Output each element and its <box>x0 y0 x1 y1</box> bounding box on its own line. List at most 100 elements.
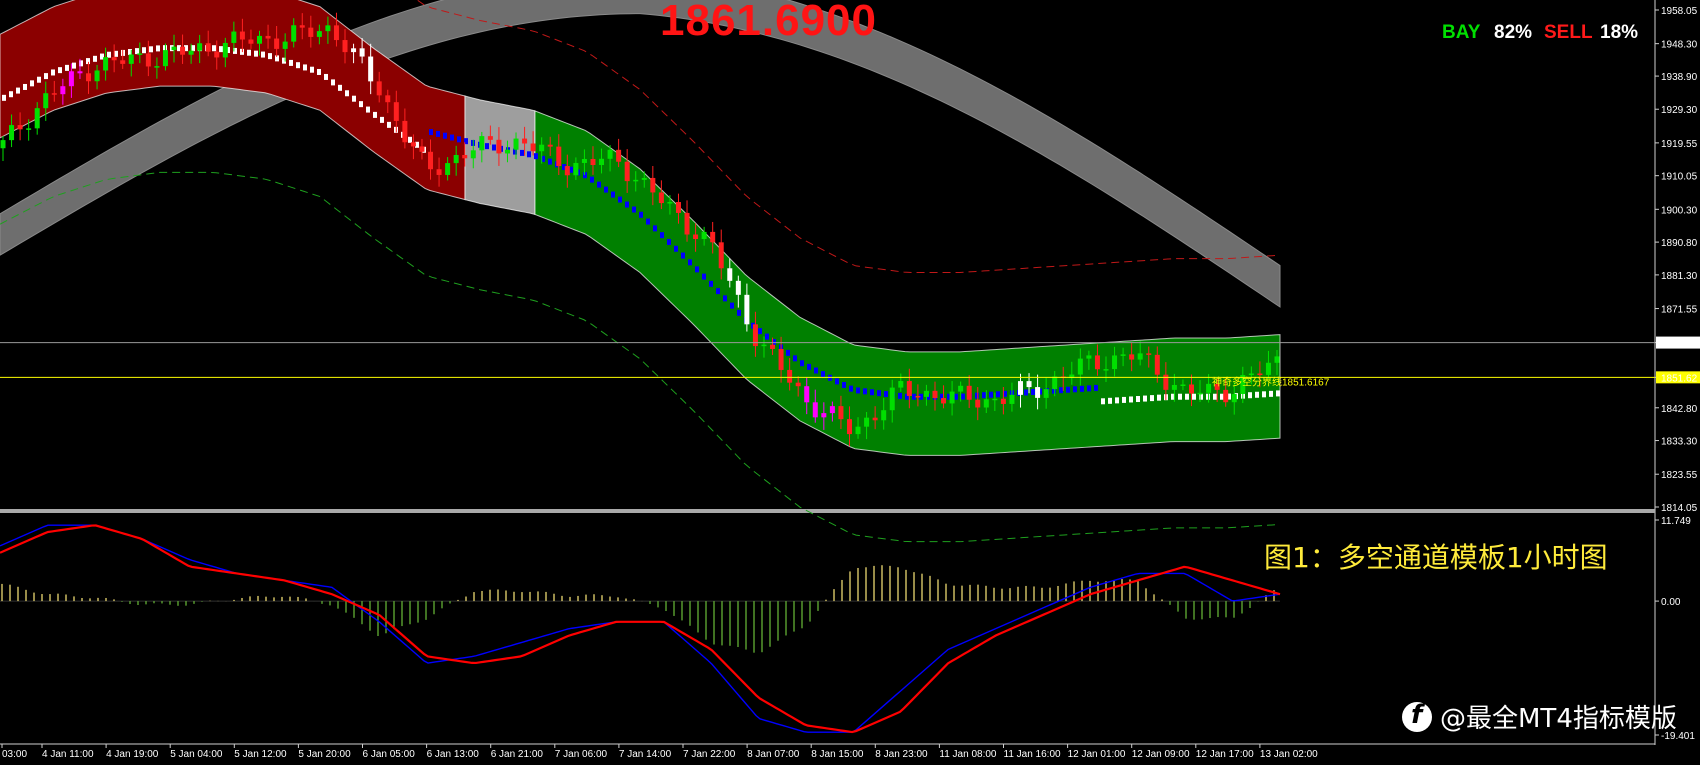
level-line-label: 神奇多空分界线1851.6167 <box>1212 375 1330 388</box>
trail-up-marker <box>1262 391 1266 398</box>
candle-body <box>308 27 314 37</box>
trail-up-marker <box>310 66 314 73</box>
candle-body <box>445 163 451 175</box>
trail-down-marker <box>730 302 734 309</box>
candle-body <box>60 86 66 95</box>
trading-chart[interactable]: 神奇多空分界线1851.6167 1958.05 1948.30 1938.90 192… <box>0 0 1700 765</box>
trail-up-marker <box>93 55 97 62</box>
candle-body <box>1265 362 1271 375</box>
trail-up-marker <box>324 73 328 80</box>
trail-up-marker <box>1213 393 1217 400</box>
candle-body <box>111 57 117 61</box>
y-tick-label: 1814.05 <box>1661 503 1698 514</box>
trail-down-marker <box>1080 385 1084 392</box>
candle-body <box>658 192 664 204</box>
candle-body <box>590 158 596 166</box>
x-tick-label: 4 Jan 19:00 <box>106 749 159 760</box>
candle-body <box>410 142 416 147</box>
candle-body <box>958 385 964 392</box>
trail-down-marker <box>884 391 888 398</box>
x-tick-label: 7 Jan 14:00 <box>619 749 672 760</box>
candle-body <box>770 344 776 349</box>
sell-value: 18% <box>1600 22 1639 43</box>
trail-down-marker <box>520 149 524 156</box>
trail-down-marker <box>1059 387 1063 394</box>
trail-up-marker <box>1115 397 1119 404</box>
candle-body <box>812 402 818 418</box>
y-tick-label: 1871.55 <box>1661 305 1698 316</box>
trail-down-marker <box>709 280 713 287</box>
y-tick-label: 1919.55 <box>1661 139 1698 150</box>
trail-down-marker <box>975 392 979 399</box>
x-tick-label: 8 Jan 07:00 <box>747 749 800 760</box>
trail-up-marker <box>331 79 335 86</box>
brand-logo-icon <box>1402 700 1432 732</box>
candle-body <box>1137 353 1143 360</box>
candle-body <box>1171 384 1177 390</box>
candle-body <box>1035 387 1041 398</box>
candle-body <box>94 70 100 82</box>
trail-up-marker <box>1122 396 1126 403</box>
candle-body <box>667 202 673 204</box>
candle-body <box>351 48 357 53</box>
candle-body <box>983 399 989 408</box>
trail-up-marker <box>149 46 153 53</box>
trail-up-marker <box>212 45 216 52</box>
trail-up-marker <box>1178 393 1182 400</box>
candle-body <box>145 53 151 67</box>
candle-body <box>1248 373 1254 376</box>
x-tick-label: 8 Jan 15:00 <box>811 749 864 760</box>
trail-down-marker <box>597 181 601 188</box>
candle-body <box>846 419 852 435</box>
candle-body <box>795 382 801 387</box>
candle-body <box>906 381 912 396</box>
trail-up-marker <box>254 50 258 57</box>
candle-body <box>693 234 699 240</box>
candle-body <box>325 25 331 32</box>
candle-body <box>923 390 929 397</box>
candle-body <box>496 139 502 154</box>
trail-up-marker <box>142 47 146 54</box>
candle-body <box>86 73 92 82</box>
candle-body <box>77 71 83 74</box>
y-tick-label: 1938.90 <box>1661 72 1698 83</box>
candle-body <box>316 31 322 37</box>
trail-up-marker <box>65 64 69 71</box>
trail-down-marker <box>534 153 538 160</box>
candle-body <box>1188 384 1194 394</box>
candle-body <box>975 399 981 408</box>
trail-down-marker <box>1087 385 1091 392</box>
trail-down-marker <box>485 143 489 150</box>
trail-down-marker <box>842 381 846 388</box>
trail-up-marker <box>107 51 111 58</box>
panel-separator <box>0 509 1655 513</box>
trail-up-marker <box>387 121 391 128</box>
candle-body <box>188 50 194 55</box>
x-tick-label: 12 Jan 01:00 <box>1068 749 1126 760</box>
y-tick-label: 1842.80 <box>1661 404 1698 415</box>
trail-down-marker <box>856 387 860 394</box>
x-tick-label: 6 Jan 05:00 <box>363 749 416 760</box>
trail-down-marker <box>702 273 706 280</box>
candle-body <box>522 138 528 144</box>
trail-down-marker <box>527 151 531 158</box>
trail-down-marker <box>583 172 587 179</box>
trail-down-marker <box>758 328 762 335</box>
candle-body <box>368 56 374 82</box>
candle-body <box>701 231 707 240</box>
trail-down-marker <box>814 367 818 374</box>
candle-body <box>804 386 810 403</box>
candle-body <box>872 417 878 421</box>
candle-body <box>1129 354 1135 360</box>
candle-body <box>453 154 459 164</box>
watermark: @最全MT4指标模版 <box>1402 698 1677 735</box>
trail-down-marker <box>674 245 678 252</box>
candle-body <box>1052 376 1058 390</box>
trail-down-marker <box>800 360 804 367</box>
trail-up-marker <box>1108 397 1112 404</box>
trail-down-marker <box>849 385 853 392</box>
trail-down-marker <box>1031 389 1035 396</box>
candle-body <box>1154 354 1160 375</box>
candle-body <box>735 280 741 295</box>
trail-down-marker <box>821 371 825 378</box>
